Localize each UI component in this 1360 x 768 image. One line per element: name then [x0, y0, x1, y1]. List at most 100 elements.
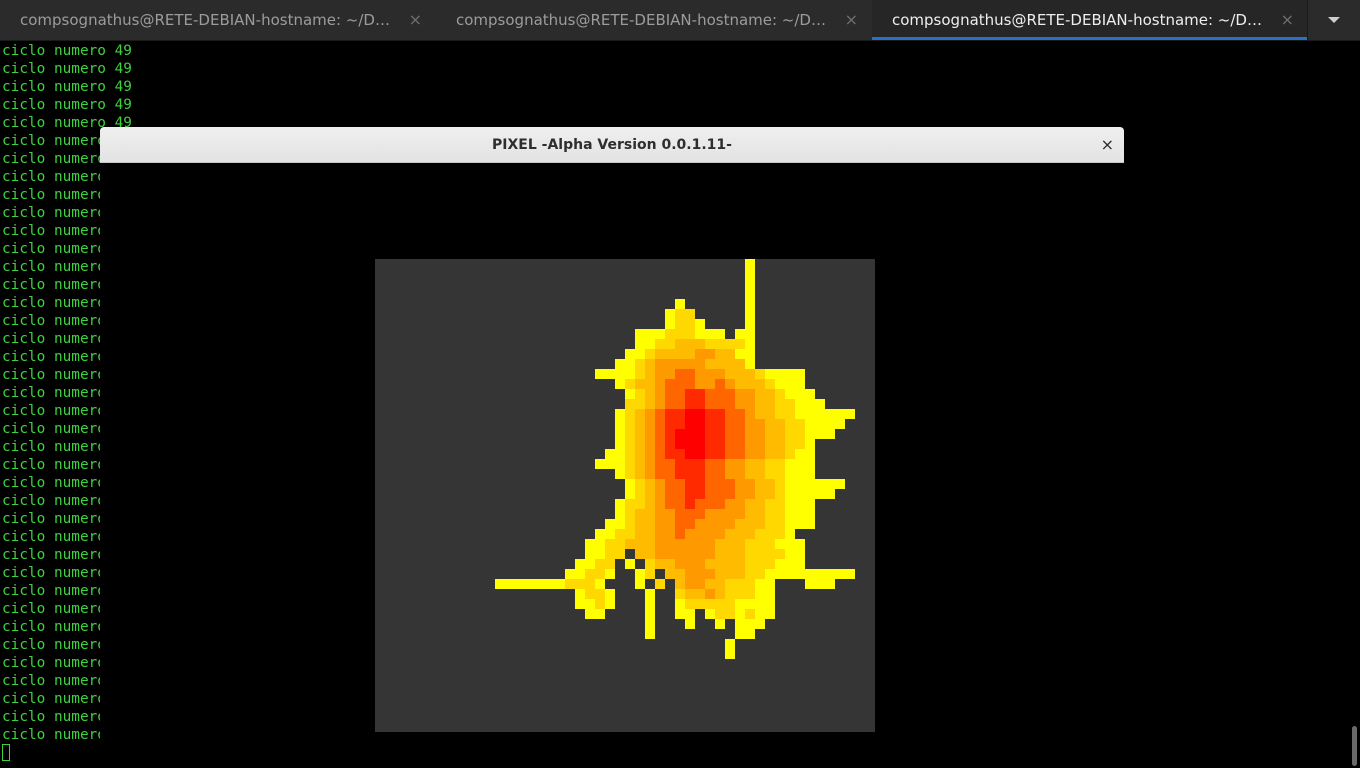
- pixel-cell: [695, 359, 705, 369]
- tab-bar: compsognathus@RETE-DEBIAN-hostname: ~/Do…: [0, 0, 1360, 41]
- tab-close-icon[interactable]: ×: [1281, 0, 1294, 40]
- pixel-cell: [755, 389, 765, 399]
- pixel-cell: [675, 459, 685, 469]
- pixel-cell: [805, 509, 815, 519]
- pixel-cell: [595, 559, 605, 569]
- pixel-cell: [725, 409, 735, 419]
- pixel-cell: [645, 499, 655, 509]
- pixel-cell: [705, 339, 715, 349]
- pixel-cell: [615, 369, 625, 379]
- pixel-cell: [635, 359, 645, 369]
- pixel-cell: [595, 529, 605, 539]
- pixel-cell: [675, 389, 685, 399]
- pixel-cell: [765, 369, 775, 379]
- tab-close-icon[interactable]: ×: [845, 0, 858, 40]
- pixel-cell: [795, 419, 805, 429]
- pixel-cell: [575, 559, 585, 569]
- pixel-cell: [755, 399, 765, 409]
- pixel-cell: [575, 589, 585, 599]
- pixel-cell: [625, 499, 635, 509]
- pixel-cell: [845, 569, 855, 579]
- pixel-cell: [785, 499, 795, 509]
- pixel-cell: [685, 419, 695, 429]
- terminal-scrollbar[interactable]: [1348, 41, 1360, 768]
- pixel-cell: [595, 459, 605, 469]
- pixel-cell: [815, 419, 825, 429]
- pixel-cell: [635, 459, 645, 469]
- pixel-cell: [655, 509, 665, 519]
- pixel-cell: [775, 469, 785, 479]
- pixel-cell: [685, 599, 695, 609]
- pixel-cell: [625, 359, 635, 369]
- pixel-cell: [685, 549, 695, 559]
- pixel-cell: [715, 549, 725, 559]
- pixel-cell: [785, 569, 795, 579]
- pixel-cell: [705, 469, 715, 479]
- close-icon[interactable]: ×: [1101, 127, 1114, 163]
- pixel-cell: [625, 489, 635, 499]
- pixel-cell: [675, 509, 685, 519]
- pixel-cell: [655, 369, 665, 379]
- pixel-canvas[interactable]: [375, 259, 875, 732]
- pixel-cell: [665, 479, 675, 489]
- pixel-cell: [675, 559, 685, 569]
- pixel-cell: [635, 499, 645, 509]
- pixel-cell: [745, 559, 755, 569]
- pixel-cell: [725, 609, 735, 619]
- pixel-cell: [735, 409, 745, 419]
- pixel-cell: [785, 429, 795, 439]
- pixel-cell: [685, 329, 695, 339]
- pixel-cell: [785, 379, 795, 389]
- tab-close-icon[interactable]: ×: [409, 0, 422, 40]
- pixel-cell: [725, 439, 735, 449]
- pixel-cell: [595, 549, 605, 559]
- pixel-cell: [745, 349, 755, 359]
- pixel-cell: [805, 419, 815, 429]
- pixel-cell: [655, 459, 665, 469]
- pixel-cell: [765, 429, 775, 439]
- pixel-cell: [795, 489, 805, 499]
- pixel-cell: [775, 409, 785, 419]
- terminal-tab-1[interactable]: compsognathus@RETE-DEBIAN-hostname: ~/Do…: [0, 0, 436, 40]
- pixel-cell: [775, 539, 785, 549]
- pixel-cell: [705, 539, 715, 549]
- pixel-cell: [715, 499, 725, 509]
- pixel-cell: [705, 529, 715, 539]
- pixel-cell: [735, 489, 745, 499]
- pixel-cell: [685, 459, 695, 469]
- pixel-cell: [645, 419, 655, 429]
- pixel-cell: [735, 349, 745, 359]
- pixel-cell: [755, 469, 765, 479]
- pixel-cell: [805, 429, 815, 439]
- pixel-cell: [705, 449, 715, 459]
- terminal-line: ciclo numero 49: [2, 61, 132, 77]
- pixel-cell: [615, 539, 625, 549]
- pixel-cell: [765, 589, 775, 599]
- pixel-cell: [775, 429, 785, 439]
- pixel-cell: [705, 549, 715, 559]
- tab-menu-button[interactable]: [1307, 0, 1360, 40]
- pixel-cell: [625, 439, 635, 449]
- pixel-cell: [735, 619, 745, 629]
- pixel-cell: [585, 559, 595, 569]
- pixel-cell: [695, 379, 705, 389]
- pixel-cell: [715, 619, 725, 629]
- pixel-cell: [675, 339, 685, 349]
- terminal-tab-2[interactable]: compsognathus@RETE-DEBIAN-hostname: ~/Do…: [436, 0, 872, 40]
- pixel-cell: [825, 579, 835, 589]
- pixel-cell: [795, 409, 805, 419]
- pixel-cell: [495, 579, 505, 589]
- pixel-cell: [665, 329, 675, 339]
- pixel-cell: [745, 309, 755, 319]
- pixel-cell: [795, 399, 805, 409]
- pixel-cell: [645, 489, 655, 499]
- pixel-cell: [625, 479, 635, 489]
- pixel-cell: [645, 479, 655, 489]
- pixel-cell: [685, 579, 695, 589]
- pixel-cell: [735, 629, 745, 639]
- pixel-cell: [765, 479, 775, 489]
- pixel-window-titlebar[interactable]: PIXEL -Alpha Version 0.0.1.11- ×: [100, 127, 1124, 163]
- terminal-tab-3-active[interactable]: compsognathus@RETE-DEBIAN-hostname: ~/Do…: [872, 0, 1308, 40]
- pixel-app-window: PIXEL -Alpha Version 0.0.1.11- ×: [100, 127, 1124, 768]
- scrollbar-thumb[interactable]: [1352, 726, 1357, 766]
